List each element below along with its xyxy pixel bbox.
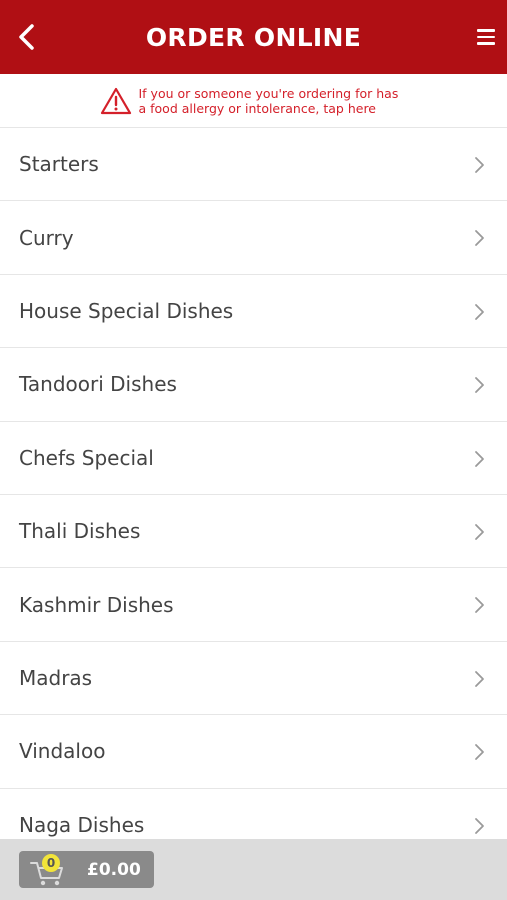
chevron-right-icon	[475, 157, 484, 173]
hamburger-menu-icon[interactable]	[477, 29, 495, 45]
chevron-right-icon	[475, 817, 484, 834]
menu-category-row[interactable]: Tandoori Dishes	[0, 348, 507, 422]
app-header: ORDER ONLINE	[0, 0, 507, 74]
page-title: ORDER ONLINE	[145, 22, 362, 52]
menu-category-label: Thali Dishes	[19, 519, 141, 544]
menu-category-row[interactable]: Starters	[0, 128, 507, 202]
menu-category-label: Naga Dishes	[19, 812, 145, 837]
warning-triangle-icon	[100, 87, 131, 114]
menu-category-label: Chefs Special	[19, 445, 154, 470]
menu-category-label: Tandoori Dishes	[19, 372, 177, 397]
menu-category-label: Curry	[19, 225, 74, 250]
chevron-right-icon	[475, 230, 484, 247]
chevron-right-icon	[475, 670, 484, 687]
menu-category-row[interactable]: Chefs Special	[0, 421, 507, 495]
cart-button[interactable]: 0 £0.00	[19, 851, 154, 888]
menu-category-label: Kashmir Dishes	[19, 592, 174, 617]
chevron-right-icon	[475, 524, 484, 540]
cart-total: £0.00	[87, 860, 141, 880]
menu-category-row[interactable]: Thali Dishes	[0, 494, 507, 569]
menu-category-label: Starters	[19, 152, 99, 177]
menu-category-row[interactable]: Curry	[0, 201, 507, 275]
menu-category-row[interactable]: Kashmir Dishes	[0, 568, 507, 642]
menu-category-row[interactable]: Madras	[0, 641, 507, 716]
chevron-right-icon	[475, 450, 484, 467]
menu-category-list: Starters Curry House Special Dishes Tand…	[0, 128, 507, 862]
menu-category-row[interactable]: Vindaloo	[0, 715, 507, 789]
chevron-right-icon	[475, 744, 484, 761]
cart-count-badge: 0	[42, 854, 60, 872]
allergy-notice-text: If you or someone you're ordering for ha…	[138, 85, 399, 116]
cart-footer: 0 £0.00	[0, 839, 507, 900]
chevron-right-icon	[475, 597, 484, 614]
chevron-right-icon	[475, 377, 484, 394]
back-arrow-icon[interactable]	[14, 22, 42, 52]
menu-category-label: Madras	[19, 665, 93, 690]
menu-category-label: House Special Dishes	[19, 298, 234, 323]
menu-category-row[interactable]: House Special Dishes	[0, 274, 507, 349]
allergy-notice[interactable]: If you or someone you're ordering for ha…	[0, 74, 507, 128]
chevron-right-icon	[475, 303, 484, 320]
menu-category-label: Vindaloo	[19, 739, 106, 764]
